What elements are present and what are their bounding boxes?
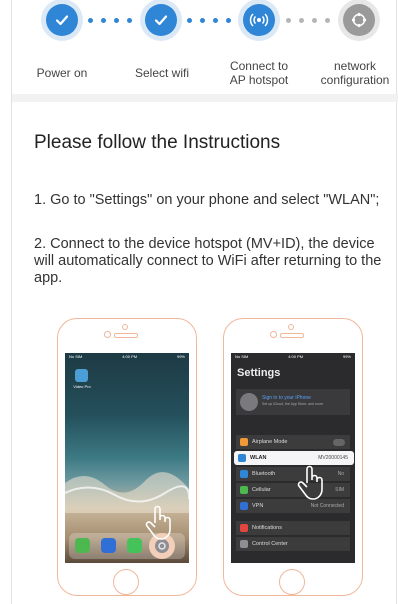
step-connector-dots bbox=[88, 18, 132, 23]
step-label-select-wifi: Select wifi bbox=[134, 66, 190, 80]
safari-app-icon bbox=[101, 538, 116, 553]
tap-hand-icon bbox=[145, 505, 171, 540]
instruction-step-2: 2. Connect to the device hotspot (MV+ID)… bbox=[34, 236, 382, 286]
phone-illustration-settings: No SIM 4:00 PM 99% Settings Sign in to y… bbox=[223, 318, 363, 596]
cellular-icon bbox=[240, 486, 248, 494]
airplane-icon bbox=[240, 438, 248, 446]
step-label-network-config: network configuration bbox=[320, 59, 390, 87]
settings-row-cellular: Cellular SIM bbox=[236, 483, 350, 497]
vpn-icon bbox=[240, 502, 248, 510]
toggle-switch bbox=[333, 438, 345, 446]
app-icon bbox=[75, 369, 88, 382]
step-select-wifi-check-icon bbox=[145, 4, 177, 36]
control-center-icon bbox=[240, 540, 248, 548]
settings-row-vpn: VPN Not Connected bbox=[236, 499, 350, 513]
app-icon-label: Video Pro bbox=[73, 384, 91, 389]
settings-row-control-center: Control Center bbox=[236, 537, 350, 551]
status-bar: No SIM 4:00 PM 99% bbox=[69, 354, 185, 359]
home-screen: No SIM 4:00 PM 99% Video Pro bbox=[65, 353, 189, 563]
settings-row-wlan: WLAN MV20000145 bbox=[234, 451, 354, 465]
settings-row-notifications: Notifications bbox=[236, 521, 350, 535]
settings-title: Settings bbox=[237, 367, 281, 379]
notifications-icon bbox=[240, 524, 248, 532]
step-label-power-on: Power on bbox=[36, 66, 88, 80]
signin-subtitle: Set up iCloud, the App Store, and more. bbox=[262, 402, 324, 406]
status-bar: No SIM 4:00 PM 99% bbox=[235, 354, 351, 359]
signin-row: Sign in to your iPhone Set up iCloud, th… bbox=[236, 389, 350, 415]
messages-app-icon bbox=[127, 538, 142, 553]
network-config-icon bbox=[343, 4, 375, 36]
signin-title: Sign in to your iPhone bbox=[262, 395, 311, 401]
settings-row-airplane: Airplane Mode bbox=[236, 435, 350, 449]
settings-screen: No SIM 4:00 PM 99% Settings Sign in to y… bbox=[231, 353, 355, 563]
step-connector-dots bbox=[187, 18, 231, 23]
settings-row-bluetooth: Bluetooth No bbox=[236, 467, 350, 481]
step-power-on-check-icon bbox=[46, 4, 78, 36]
step-connector-dots bbox=[286, 18, 330, 23]
home-button bbox=[279, 569, 305, 595]
progress-stepper: Power on Select wifi Connect to AP hotsp… bbox=[12, 0, 398, 94]
instruction-step-1: 1. Go to "Settings" on your phone and se… bbox=[34, 192, 380, 208]
avatar bbox=[240, 393, 258, 411]
section-divider bbox=[12, 94, 398, 102]
phone-app-icon bbox=[75, 538, 90, 553]
page-title: Please follow the Instructions bbox=[34, 132, 281, 153]
home-button bbox=[113, 569, 139, 595]
bluetooth-icon bbox=[240, 470, 248, 478]
instructions-page: Power on Select wifi Connect to AP hotsp… bbox=[11, 0, 398, 604]
hotspot-icon bbox=[243, 4, 275, 36]
tap-hand-icon bbox=[297, 465, 323, 500]
phone-illustration-home: No SIM 4:00 PM 99% Video Pro bbox=[57, 318, 197, 596]
step-label-connect-ap: Connect to AP hotspot bbox=[229, 59, 289, 87]
wifi-icon bbox=[238, 454, 246, 462]
